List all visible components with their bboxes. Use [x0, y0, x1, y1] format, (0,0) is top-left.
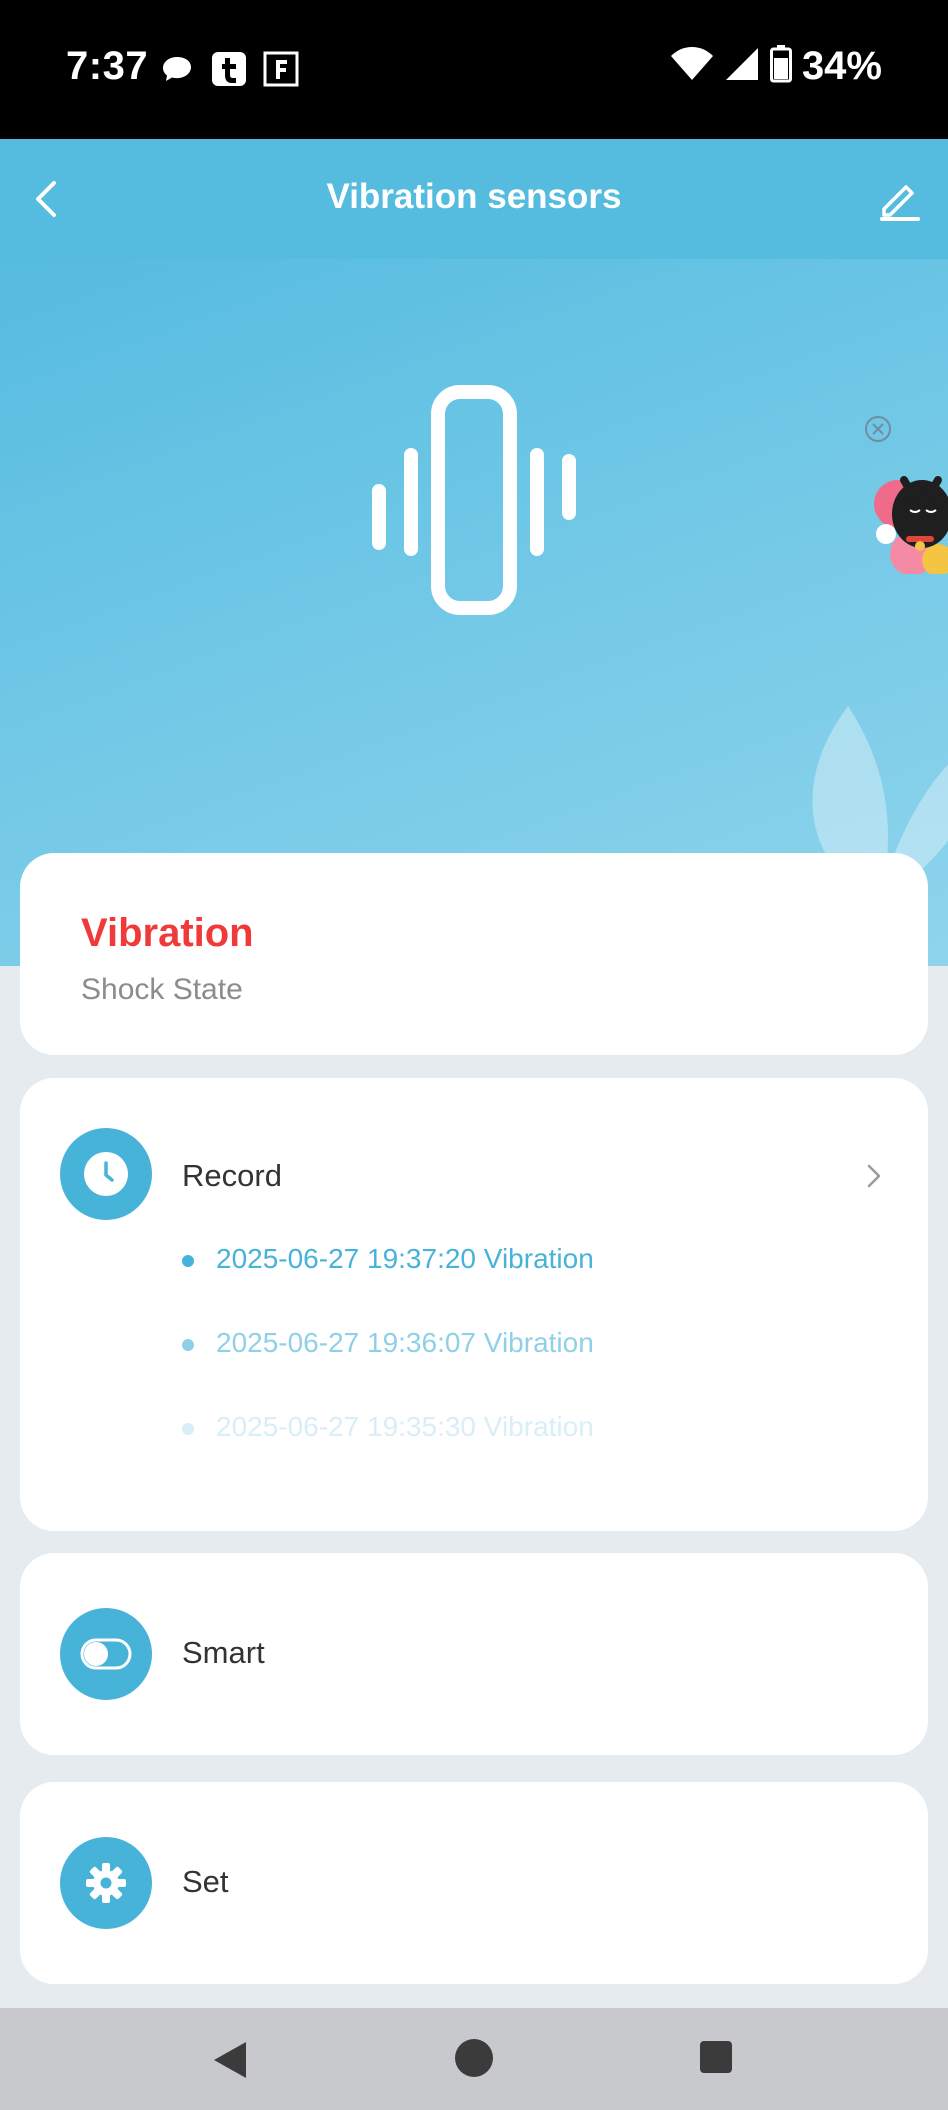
bullet-dot: [182, 1423, 194, 1435]
set-card[interactable]: Set: [20, 1782, 928, 1984]
wifi-icon: [670, 46, 714, 87]
bullet-dot: [182, 1255, 194, 1267]
shock-state-label: Shock State: [81, 973, 243, 1006]
shock-state-value: Vibration: [81, 911, 254, 955]
shock-state-card: Vibration Shock State: [20, 853, 928, 1055]
hero-banner: Vibration sensors: [0, 139, 948, 966]
smart-card[interactable]: Smart: [20, 1553, 928, 1755]
set-label: Set: [182, 1864, 229, 1899]
battery-percent: 34%: [801, 44, 882, 88]
set-icon-badge: [60, 1837, 152, 1929]
battery-icon: [769, 45, 792, 88]
app-header: Vibration sensors: [0, 139, 948, 259]
lucky-cat-sticker[interactable]: [862, 444, 948, 576]
record-item: 2025-06-27 19:36:07 Vibration: [182, 1327, 882, 1411]
gear-icon: [86, 1863, 126, 1903]
record-item-text: 2025-06-27 19:36:07 Vibration: [216, 1327, 594, 1358]
status-time: 7:37: [66, 44, 149, 88]
status-bar: 7:37 34%: [0, 0, 948, 139]
nav-recents-icon[interactable]: [700, 2041, 732, 2073]
nav-back-icon[interactable]: [210, 2038, 250, 2082]
edit-button[interactable]: [876, 177, 922, 223]
record-icon-badge: [60, 1128, 152, 1220]
f-app-icon: [262, 50, 300, 88]
bullet-dot: [182, 1339, 194, 1351]
close-circle-icon[interactable]: [864, 415, 892, 443]
pencil-icon: [880, 185, 920, 221]
record-label: Record: [182, 1158, 282, 1193]
smart-icon-badge: [60, 1608, 152, 1700]
clock-icon: [84, 1152, 128, 1196]
page-title: Vibration sensors: [326, 177, 622, 216]
record-card[interactable]: Record 2025-06-27 19:37:20 Vibration 202…: [20, 1078, 928, 1531]
nav-home-icon[interactable]: [455, 2039, 493, 2077]
record-item: 2025-06-27 19:35:30 Vibration: [182, 1411, 882, 1495]
chat-bubble-icon: [158, 50, 196, 88]
toggle-icon: [80, 1638, 132, 1670]
t-app-icon: [210, 50, 248, 88]
vibration-icon: [372, 385, 576, 615]
smart-label: Smart: [182, 1635, 265, 1670]
system-nav-bar: [0, 2008, 948, 2110]
record-item: 2025-06-27 19:37:20 Vibration: [182, 1243, 882, 1327]
record-item-text: 2025-06-27 19:37:20 Vibration: [216, 1243, 594, 1274]
record-list: 2025-06-27 19:37:20 Vibration 2025-06-27…: [182, 1243, 882, 1495]
cell-signal-icon: [724, 46, 760, 87]
record-item-text: 2025-06-27 19:35:30 Vibration: [216, 1411, 594, 1442]
chevron-right-icon: [867, 1164, 881, 1188]
